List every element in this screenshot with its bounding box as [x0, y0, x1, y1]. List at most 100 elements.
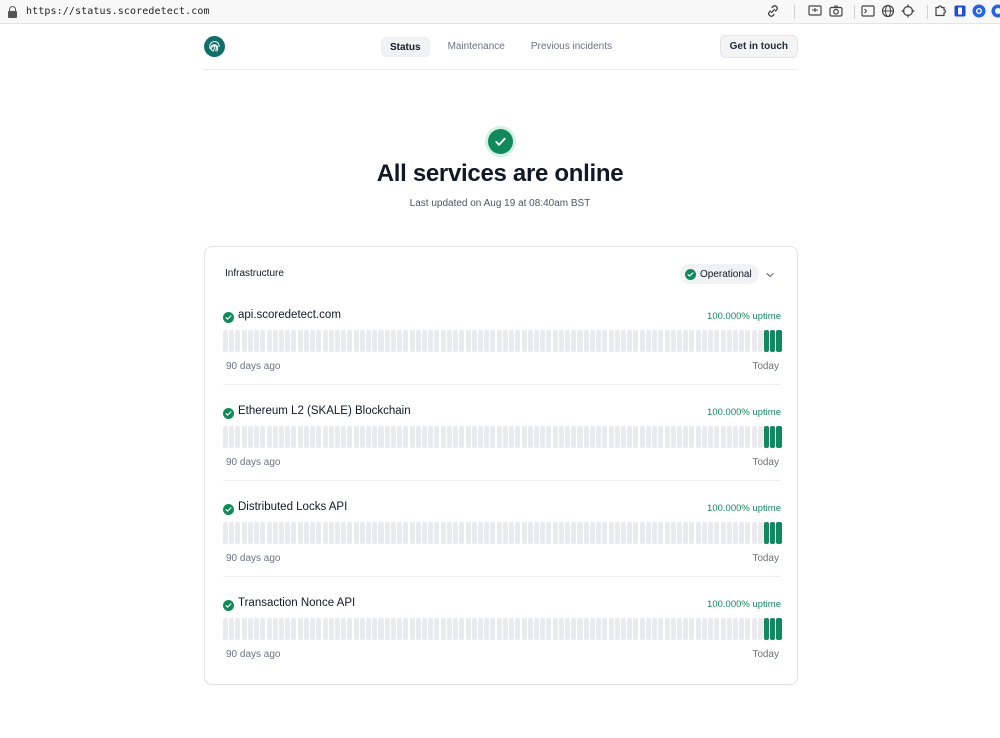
uptime-day-bar-no-data[interactable]: [341, 330, 347, 352]
uptime-day-bar-no-data[interactable]: [403, 522, 409, 544]
uptime-day-bar-no-data[interactable]: [571, 618, 577, 640]
uptime-day-bar-no-data[interactable]: [621, 426, 627, 448]
uptime-day-bar-no-data[interactable]: [639, 522, 645, 544]
uptime-day-bar-no-data[interactable]: [521, 522, 527, 544]
nav-item-maintenance[interactable]: Maintenance: [440, 37, 513, 57]
uptime-day-bar-no-data[interactable]: [714, 426, 720, 448]
uptime-day-bar-no-data[interactable]: [652, 426, 658, 448]
uptime-day-bar-no-data[interactable]: [645, 618, 651, 640]
uptime-day-bar-no-data[interactable]: [546, 426, 552, 448]
uptime-day-bar-no-data[interactable]: [509, 522, 515, 544]
uptime-day-bar-no-data[interactable]: [415, 426, 421, 448]
uptime-day-bar-no-data[interactable]: [521, 426, 527, 448]
uptime-day-bar-no-data[interactable]: [683, 426, 689, 448]
uptime-day-bar-no-data[interactable]: [596, 426, 602, 448]
uptime-day-bar-no-data[interactable]: [403, 330, 409, 352]
uptime-day-bar-no-data[interactable]: [266, 330, 272, 352]
uptime-day-bar-no-data[interactable]: [633, 522, 639, 544]
uptime-day-bar-no-data[interactable]: [546, 330, 552, 352]
uptime-day-bar-no-data[interactable]: [571, 522, 577, 544]
uptime-day-bar-no-data[interactable]: [328, 522, 334, 544]
uptime-day-bar-no-data[interactable]: [732, 618, 738, 640]
uptime-day-bar-no-data[interactable]: [689, 330, 695, 352]
uptime-day-bar-no-data[interactable]: [701, 426, 707, 448]
uptime-day-bar-no-data[interactable]: [359, 522, 365, 544]
uptime-day-bar-no-data[interactable]: [471, 330, 477, 352]
uptime-day-bar-no-data[interactable]: [496, 618, 502, 640]
uptime-day-bar-no-data[interactable]: [241, 522, 247, 544]
uptime-day-bar-no-data[interactable]: [260, 330, 266, 352]
uptime-day-bar-no-data[interactable]: [608, 426, 614, 448]
uptime-day-bar-no-data[interactable]: [260, 426, 266, 448]
uptime-day-bar-no-data[interactable]: [434, 618, 440, 640]
uptime-day-bar-no-data[interactable]: [689, 426, 695, 448]
uptime-day-bar-no-data[interactable]: [347, 426, 353, 448]
uptime-day-bar-no-data[interactable]: [422, 618, 428, 640]
uptime-day-bar-no-data[interactable]: [372, 522, 378, 544]
uptime-day-bar-no-data[interactable]: [453, 522, 459, 544]
uptime-day-bar-no-data[interactable]: [720, 330, 726, 352]
uptime-day-bar-no-data[interactable]: [533, 426, 539, 448]
uptime-day-bar-no-data[interactable]: [633, 618, 639, 640]
uptime-day-bar-no-data[interactable]: [353, 522, 359, 544]
uptime-day-bar-no-data[interactable]: [366, 330, 372, 352]
uptime-day-bar-no-data[interactable]: [745, 426, 751, 448]
uptime-day-bar-no-data[interactable]: [378, 330, 384, 352]
uptime-day-bar-no-data[interactable]: [527, 330, 533, 352]
uptime-day-bar-no-data[interactable]: [260, 522, 266, 544]
uptime-day-bar-no-data[interactable]: [422, 522, 428, 544]
uptime-day-bar-no-data[interactable]: [546, 522, 552, 544]
uptime-day-bar-no-data[interactable]: [726, 618, 732, 640]
uptime-day-bar-no-data[interactable]: [359, 618, 365, 640]
uptime-day-bar-no-data[interactable]: [465, 522, 471, 544]
uptime-day-bar-no-data[interactable]: [621, 618, 627, 640]
uptime-day-bar-no-data[interactable]: [701, 330, 707, 352]
uptime-day-bar-no-data[interactable]: [366, 618, 372, 640]
uptime-day-bar-no-data[interactable]: [235, 330, 241, 352]
uptime-day-bar-no-data[interactable]: [633, 426, 639, 448]
uptime-day-bar-no-data[interactable]: [577, 618, 583, 640]
uptime-day-bar-no-data[interactable]: [390, 522, 396, 544]
uptime-day-bar-no-data[interactable]: [708, 426, 714, 448]
uptime-day-bar-no-data[interactable]: [384, 426, 390, 448]
uptime-day-bar-no-data[interactable]: [627, 426, 633, 448]
uptime-day-bar-no-data[interactable]: [540, 426, 546, 448]
uptime-day-bar-no-data[interactable]: [540, 618, 546, 640]
uptime-day-bar-no-data[interactable]: [347, 618, 353, 640]
uptime-day-bar-no-data[interactable]: [676, 426, 682, 448]
uptime-day-bar-operational[interactable]: [770, 426, 776, 448]
uptime-day-bar-no-data[interactable]: [303, 522, 309, 544]
uptime-day-bar-no-data[interactable]: [757, 330, 763, 352]
uptime-day-bar-no-data[interactable]: [453, 426, 459, 448]
uptime-day-bar-no-data[interactable]: [565, 618, 571, 640]
uptime-day-bar-no-data[interactable]: [689, 522, 695, 544]
uptime-day-bar-no-data[interactable]: [558, 522, 564, 544]
uptime-day-bar-no-data[interactable]: [639, 426, 645, 448]
uptime-day-bar-no-data[interactable]: [316, 618, 322, 640]
uptime-day-bar-no-data[interactable]: [658, 522, 664, 544]
uptime-day-bar-no-data[interactable]: [558, 426, 564, 448]
uptime-day-bar-no-data[interactable]: [589, 618, 595, 640]
uptime-day-bar-no-data[interactable]: [521, 330, 527, 352]
uptime-day-bar-operational[interactable]: [776, 330, 782, 352]
uptime-day-bar-no-data[interactable]: [372, 618, 378, 640]
chevron-down-icon[interactable]: [764, 268, 776, 280]
uptime-day-bar-no-data[interactable]: [695, 330, 701, 352]
uptime-day-bar-no-data[interactable]: [440, 426, 446, 448]
uptime-day-bar-no-data[interactable]: [627, 618, 633, 640]
uptime-day-bar-no-data[interactable]: [247, 426, 253, 448]
uptime-day-bar-no-data[interactable]: [596, 522, 602, 544]
uptime-day-bar-no-data[interactable]: [446, 330, 452, 352]
uptime-day-bar-no-data[interactable]: [490, 522, 496, 544]
uptime-day-bar-no-data[interactable]: [583, 618, 589, 640]
uptime-day-bar-no-data[interactable]: [676, 330, 682, 352]
uptime-day-bar-no-data[interactable]: [745, 522, 751, 544]
uptime-day-bar-no-data[interactable]: [285, 426, 291, 448]
uptime-day-bar-no-data[interactable]: [254, 618, 260, 640]
uptime-day-bar-no-data[interactable]: [589, 330, 595, 352]
uptime-day-bar-no-data[interactable]: [676, 618, 682, 640]
uptime-day-bar-no-data[interactable]: [602, 330, 608, 352]
uptime-day-bar-no-data[interactable]: [608, 330, 614, 352]
uptime-day-bar-no-data[interactable]: [714, 522, 720, 544]
uptime-day-bar-no-data[interactable]: [397, 522, 403, 544]
